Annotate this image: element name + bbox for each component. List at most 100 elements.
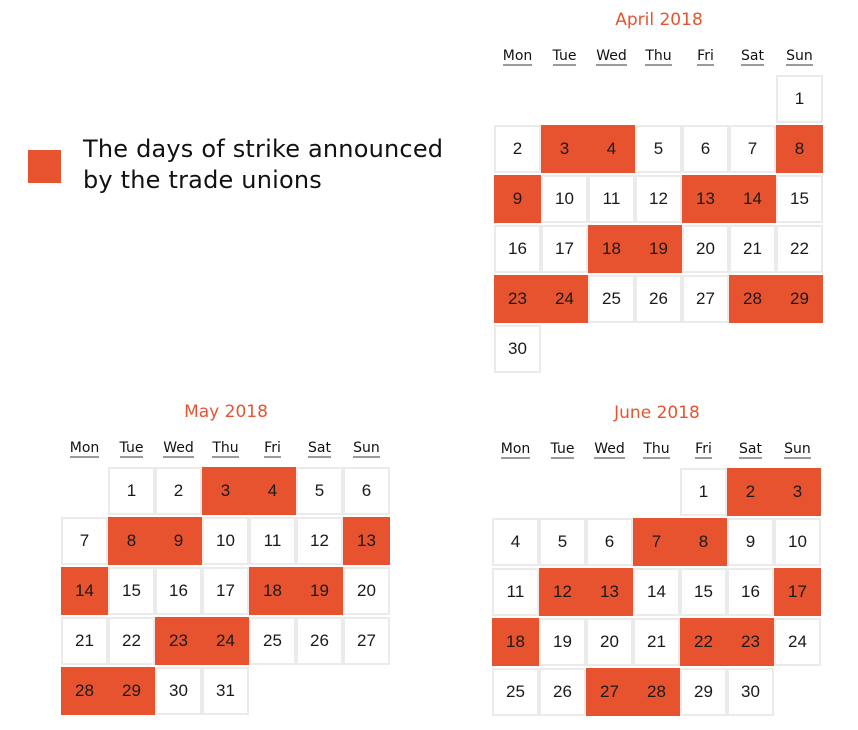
strike-day-cell: 12 (539, 568, 586, 616)
day-cell: 6 (586, 518, 633, 566)
strike-day-cell: 18 (588, 225, 635, 273)
legend-text: The days of strike announced by the trad… (83, 135, 444, 194)
strike-day-cell: 23 (494, 275, 541, 323)
weekday-label: Wed (588, 47, 635, 67)
strike-day-cell: 2 (727, 468, 774, 516)
strike-day-cell: 28 (633, 668, 680, 716)
strike-day-cell: 4 (249, 467, 296, 515)
weekday-label: Fri (682, 47, 729, 67)
strike-day-cell: 28 (61, 667, 108, 715)
day-cell: 20 (682, 225, 729, 273)
strike-day-cell: 23 (155, 617, 202, 665)
weekday-label: Wed (586, 440, 633, 460)
strike-day-cell: 3 (774, 468, 821, 516)
weekday-text: Sun (784, 441, 811, 459)
strike-day-cell: 7 (633, 518, 680, 566)
strike-day-cell: 8 (680, 518, 727, 566)
weekday-label: Mon (494, 47, 541, 67)
month-title: April 2018 (615, 10, 703, 30)
legend: The days of strike announced by the trad… (28, 134, 453, 196)
strike-day-cell: 18 (249, 567, 296, 615)
day-cell: 1 (108, 467, 155, 515)
day-cell: 4 (492, 518, 539, 566)
weekday-text: Sun (786, 48, 813, 66)
weekday-text: Mon (502, 48, 533, 66)
day-cell: 27 (343, 617, 390, 665)
day-cell: 21 (61, 617, 108, 665)
weekday-text: Mon (69, 440, 100, 458)
strike-day-cell: 8 (108, 517, 155, 565)
strike-day-cell: 9 (155, 517, 202, 565)
weekday-label: Sun (343, 439, 390, 459)
weekday-label: Mon (492, 440, 539, 460)
weekday-label: Sat (729, 47, 776, 67)
weekday-text: Fri (695, 441, 712, 459)
day-cell: 26 (539, 668, 586, 716)
day-cell: 24 (774, 618, 821, 666)
day-cell: 22 (776, 225, 823, 273)
day-cell: 26 (296, 617, 343, 665)
day-grid: 1 2 3 4 5 6 7 8 9 10 11 12 13 14 15 16 17 18 19 20 21 22 23 24 2… (61, 467, 391, 717)
day-cell: 16 (155, 567, 202, 615)
day-cell: 25 (588, 275, 635, 323)
day-cell: 2 (494, 125, 541, 173)
strike-day-cell: 3 (541, 125, 588, 173)
weekday-text: Sun (353, 440, 380, 458)
weekday-label: Mon (61, 439, 108, 459)
day-cell: 17 (202, 567, 249, 615)
day-cell: 26 (635, 275, 682, 323)
strike-day-cell: 29 (108, 667, 155, 715)
weekday-label: Thu (202, 439, 249, 459)
strike-day-cell: 8 (776, 125, 823, 173)
weekday-header: Mon Tue Wed Thu Fri Sat Sun (494, 47, 824, 67)
calendar-april: April 2018 Mon Tue Wed Thu Fri Sat Sun 1234567… (494, 9, 824, 375)
day-cell: 30 (155, 667, 202, 715)
weekday-header: Mon Tue Wed Thu Fri Sat Sun (61, 439, 391, 459)
day-cell: 20 (586, 618, 633, 666)
day-cell: 11 (249, 517, 296, 565)
day-cell: 1 (776, 75, 823, 123)
weekday-label: Sat (296, 439, 343, 459)
weekday-text: Thu (212, 440, 239, 458)
day-cell: 27 (682, 275, 729, 323)
calendar-may: May 2018 Mon Tue Wed Thu Fri Sat Sun 123456789… (61, 401, 391, 717)
weekday-text: Wed (163, 440, 194, 458)
day-cell: 12 (635, 175, 682, 223)
weekday-label: Thu (635, 47, 682, 67)
weekday-label: Tue (539, 440, 586, 460)
day-grid: 1 2 3 4 5 6 7 8 9 10 11 12 13 14 15 16 17 18 19 20 21 22 23 24 2… (494, 75, 824, 375)
day-cell: 10 (202, 517, 249, 565)
weekday-text: Thu (643, 441, 670, 459)
weekday-label: Wed (155, 439, 202, 459)
day-cell: 15 (776, 175, 823, 223)
weekday-label: Thu (633, 440, 680, 460)
strike-day-cell: 22 (680, 618, 727, 666)
day-grid: 1 2 3 4 5 6 7 8 9 10 11 12 13 14 15 16 17 18 19 20 21 22 23 24 2… (492, 468, 822, 718)
weekday-header: Mon Tue Wed Thu Fri Sat Sun (492, 440, 822, 460)
strike-day-cell: 29 (776, 275, 823, 323)
day-cell: 30 (494, 325, 541, 373)
strike-day-cell: 19 (296, 567, 343, 615)
strike-day-cell: 27 (586, 668, 633, 716)
strike-day-cell: 17 (774, 568, 821, 616)
day-cell: 10 (541, 175, 588, 223)
day-cell: 25 (492, 668, 539, 716)
strike-day-cell: 13 (682, 175, 729, 223)
weekday-text: Fri (697, 48, 714, 66)
day-cell: 14 (633, 568, 680, 616)
day-cell: 1 (680, 468, 727, 516)
day-cell: 7 (729, 125, 776, 173)
weekday-text: Wed (596, 48, 627, 66)
strike-day-cell: 14 (61, 567, 108, 615)
day-cell: 5 (539, 518, 586, 566)
strike-day-cell: 4 (588, 125, 635, 173)
legend-swatch (28, 149, 61, 183)
weekday-text: Tue (119, 440, 144, 458)
day-cell: 21 (729, 225, 776, 273)
day-cell: 19 (539, 618, 586, 666)
strike-day-cell: 24 (541, 275, 588, 323)
day-cell: 5 (635, 125, 682, 173)
day-cell: 15 (108, 567, 155, 615)
day-cell: 16 (727, 568, 774, 616)
day-cell: 7 (61, 517, 108, 565)
